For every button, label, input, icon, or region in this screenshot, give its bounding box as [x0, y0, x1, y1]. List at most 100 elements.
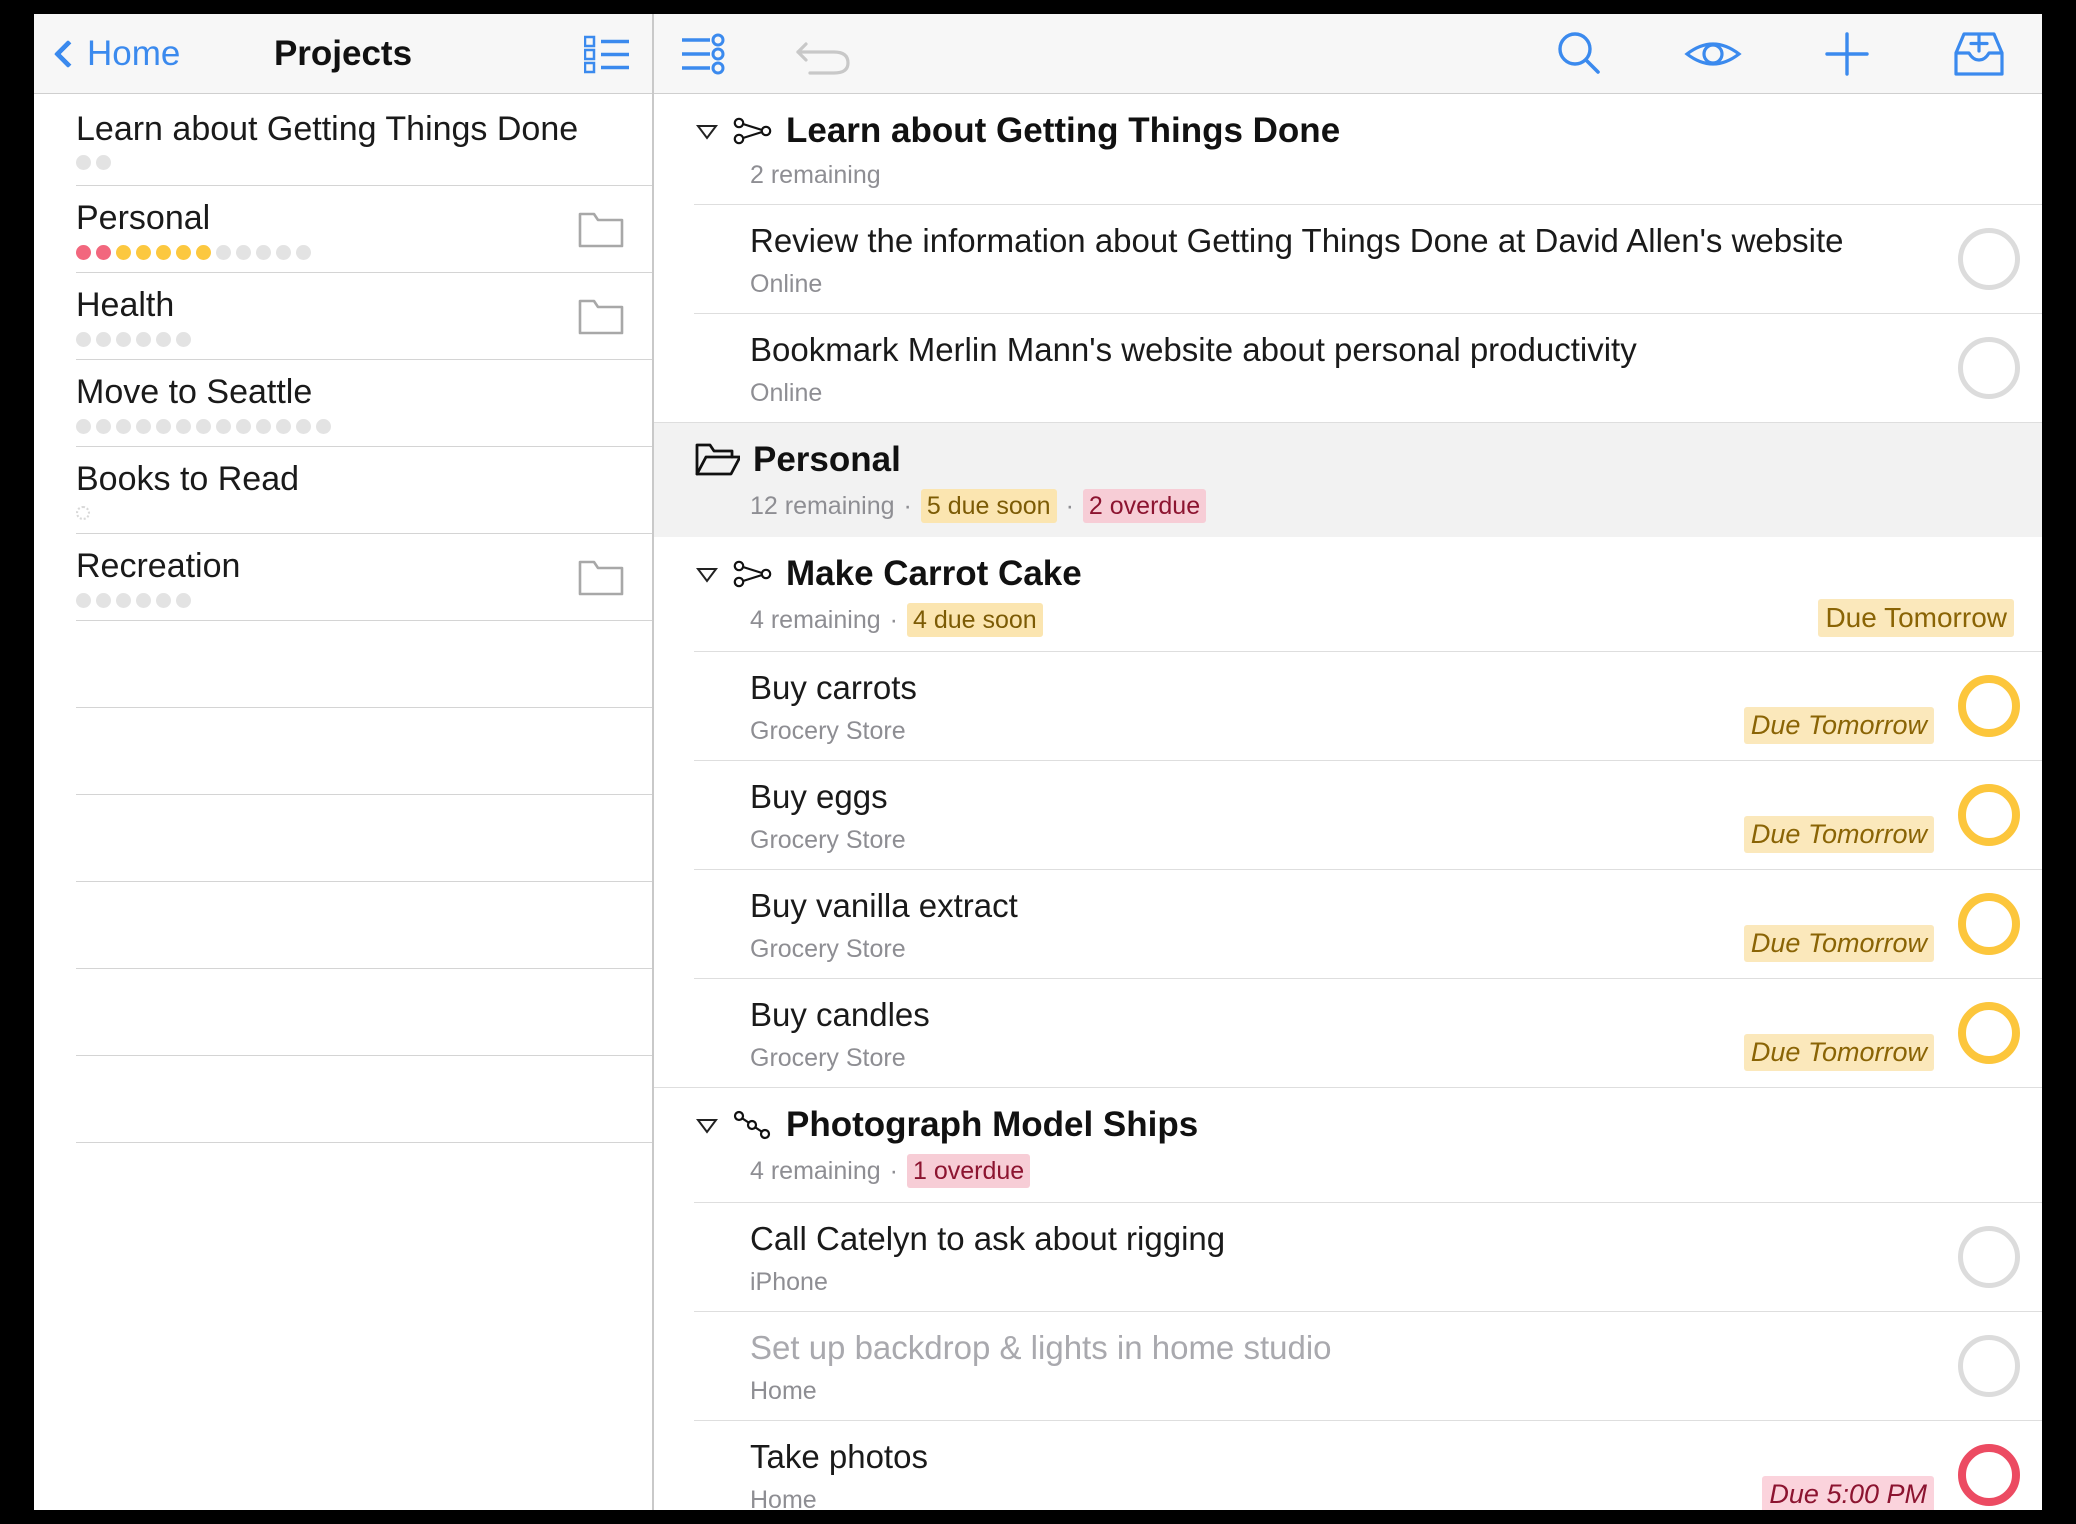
- task-row[interactable]: Buy eggs Grocery Store Due Tomorrow: [654, 761, 2042, 869]
- sequential-project-icon: [733, 1109, 773, 1141]
- project-header-row[interactable]: Learn about Getting Things Done 2 remaini…: [654, 94, 2042, 204]
- group-title: Photograph Model Ships: [786, 1105, 1199, 1144]
- project-list-icon[interactable]: [584, 34, 630, 74]
- progress-dot-gray: [176, 592, 191, 608]
- parallel-project-icon: [733, 115, 773, 147]
- group-header-title-line: Personal: [694, 439, 2042, 481]
- progress-dot-gray: [276, 244, 291, 260]
- back-button-label: Home: [87, 33, 181, 73]
- task-context: iPhone: [750, 1268, 828, 1296]
- status-separator: ·: [1065, 492, 1074, 520]
- task-row[interactable]: Call Catelyn to ask about rigging iPhone: [654, 1203, 2042, 1311]
- status-separator: ·: [903, 492, 912, 520]
- group-title: Learn about Getting Things Done: [786, 111, 1341, 150]
- search-icon[interactable]: [1554, 19, 1604, 89]
- project-header-row[interactable]: Make Carrot Cake 4 remaining · 4 due soon Du…: [654, 537, 2042, 651]
- back-to-home-button[interactable]: Home: [53, 33, 181, 74]
- progress-dot-gray: [156, 592, 171, 608]
- sidebar-empty-row: [34, 1056, 652, 1143]
- task-context: Home: [750, 1486, 817, 1510]
- folder-icon: [578, 212, 624, 247]
- disclosure-triangle-icon: [696, 568, 718, 583]
- group-status-line: 4 remaining · 1 overdue: [750, 1154, 2042, 1188]
- task-complete-checkbox[interactable]: [1958, 228, 2020, 290]
- disclosure-triangle-icon[interactable]: [694, 1112, 720, 1138]
- task-complete-checkbox[interactable]: [1958, 1226, 2020, 1288]
- progress-dot-gray: [76, 331, 91, 347]
- sidebar-empty-row: [34, 708, 652, 795]
- status-separator: ·: [889, 606, 898, 634]
- sidebar-item-progress-dots: [76, 592, 652, 608]
- sidebar-item-label: Books to Read: [76, 460, 300, 498]
- progress-dot-gray: [76, 418, 91, 434]
- progress-dot-gray: [256, 418, 271, 434]
- progress-dot-gray: [196, 418, 211, 434]
- folder-header-row[interactable]: Personal 12 remaining · 5 due soon · 2 overdu…: [654, 423, 2042, 537]
- eye-icon[interactable]: [1684, 19, 1742, 89]
- status-separator: ·: [889, 1157, 898, 1185]
- sidebar: Home Projects Learn about Getting Things…: [34, 14, 654, 1510]
- task-row[interactable]: Review the information about Getting Thi…: [654, 205, 2042, 313]
- sidebar-navbar: Home Projects: [34, 14, 652, 94]
- progress-dot-gray: [316, 418, 331, 434]
- task-context: Home: [750, 1377, 817, 1405]
- sidebar-item-learn-about-getting-things-done[interactable]: Learn about Getting Things Done: [34, 94, 652, 186]
- task-title: Take photos: [750, 1438, 928, 1475]
- view-options-icon[interactable]: [680, 19, 728, 89]
- progress-dot-gray: [276, 418, 291, 434]
- task-row[interactable]: Take photos Home Due 5:00 PM: [654, 1421, 2042, 1510]
- task-title: Set up backdrop & lights in home studio: [750, 1329, 1332, 1366]
- progress-dot-gray: [156, 418, 171, 434]
- progress-dot-gray: [116, 592, 131, 608]
- sidebar-item-recreation[interactable]: Recreation: [34, 534, 652, 621]
- sidebar-item-progress-dots: [76, 244, 652, 260]
- disclosure-triangle-icon[interactable]: [694, 561, 720, 587]
- task-row[interactable]: Buy carrots Grocery Store Due Tomorrow: [654, 652, 2042, 760]
- sidebar-project-list: Learn about Getting Things Done Personal H…: [34, 94, 652, 1510]
- task-complete-checkbox[interactable]: [1958, 1002, 2020, 1064]
- progress-dot-gray: [136, 418, 151, 434]
- project-header-row[interactable]: Photograph Model Ships 4 remaining · 1 over…: [654, 1088, 2042, 1202]
- plus-icon[interactable]: [1822, 19, 1872, 89]
- sidebar-item-books-to-read[interactable]: Books to Read: [34, 447, 652, 534]
- sidebar-item-label: Health: [76, 286, 175, 324]
- progress-dot-gray: [236, 244, 251, 260]
- group-header-title-line: Make Carrot Cake: [694, 553, 2042, 595]
- sidebar-item-personal[interactable]: Personal: [34, 186, 652, 273]
- task-complete-checkbox[interactable]: [1958, 1444, 2020, 1506]
- disclosure-triangle-icon: [696, 1119, 718, 1134]
- task-row[interactable]: Buy vanilla extract Grocery Store Due Tomo…: [654, 870, 2042, 978]
- task-title: Bookmark Merlin Mann's website about per…: [750, 331, 1637, 368]
- progress-dot-red: [96, 244, 111, 260]
- task-due-badge: Due 5:00 PM: [1762, 1476, 1934, 1510]
- group-status-line: 2 remaining: [750, 160, 2042, 190]
- disclosure-triangle-icon[interactable]: [694, 118, 720, 144]
- progress-dot-gray: [296, 244, 311, 260]
- sidebar-item-progress-dots: [76, 155, 652, 171]
- task-due-badge: Due Tomorrow: [1743, 816, 1934, 853]
- undo-icon[interactable]: [794, 19, 856, 89]
- sidebar-item-move-to-seattle[interactable]: Move to Seattle: [34, 360, 652, 447]
- screen: Home Projects Learn about Getting Things…: [0, 0, 2076, 1524]
- main-toolbar: [654, 14, 2042, 94]
- progress-dot-yellow: [196, 244, 211, 260]
- task-complete-checkbox[interactable]: [1958, 784, 2020, 846]
- task-row[interactable]: Buy candles Grocery Store Due Tomorrow: [654, 979, 2042, 1087]
- inbox-add-icon[interactable]: [1952, 19, 2006, 89]
- task-row[interactable]: Set up backdrop & lights in home studio H…: [654, 1312, 2042, 1420]
- task-due-badge: Due Tomorrow: [1743, 925, 1934, 962]
- progress-dot-gray: [96, 155, 111, 170]
- task-complete-checkbox[interactable]: [1958, 337, 2020, 399]
- task-complete-checkbox[interactable]: [1958, 1335, 2020, 1397]
- sidebar-item-progress-dots: [76, 418, 652, 434]
- sidebar-item-label: Personal: [76, 199, 211, 237]
- progress-dot-gray: [216, 418, 231, 434]
- sidebar-item-health[interactable]: Health: [34, 273, 652, 360]
- progress-dot-red: [76, 244, 91, 260]
- progress-dot-gray: [136, 331, 151, 347]
- progress-dot-gray: [156, 331, 171, 347]
- task-row[interactable]: Bookmark Merlin Mann's website about per…: [654, 314, 2042, 422]
- task-complete-checkbox[interactable]: [1958, 675, 2020, 737]
- folder-icon: [578, 299, 624, 334]
- task-complete-checkbox[interactable]: [1958, 893, 2020, 955]
